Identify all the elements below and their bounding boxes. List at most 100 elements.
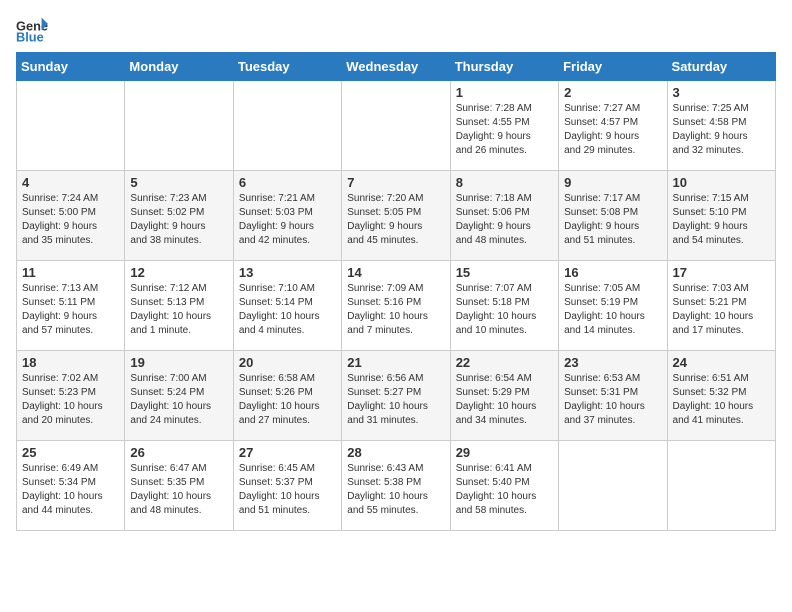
cell-info: Sunrise: 7:27 AM Sunset: 4:57 PM Dayligh… — [564, 102, 661, 158]
cell-info: Sunrise: 6:58 AM Sunset: 5:26 PM Dayligh… — [239, 372, 336, 428]
weekday-header-wednesday: Wednesday — [342, 53, 450, 81]
cell-info: Sunrise: 6:47 AM Sunset: 5:35 PM Dayligh… — [130, 462, 227, 518]
day-number: 17 — [673, 265, 770, 280]
calendar-cell: 20 Sunrise: 6:58 AM Sunset: 5:26 PM Dayli… — [233, 351, 341, 441]
calendar-cell: 21 Sunrise: 6:56 AM Sunset: 5:27 PM Dayli… — [342, 351, 450, 441]
day-number: 4 — [22, 175, 119, 190]
calendar-cell: 25Sunrise: 6:49 AM Sunset: 5:34 PM Dayli… — [17, 441, 125, 531]
day-number: 2 — [564, 85, 661, 100]
day-number: 18 — [22, 355, 119, 370]
calendar-cell: 18 Sunrise: 7:02 AM Sunset: 5:23 PM Dayli… — [17, 351, 125, 441]
day-number: 9 — [564, 175, 661, 190]
calendar-week-row: 18 Sunrise: 7:02 AM Sunset: 5:23 PM Dayli… — [17, 351, 776, 441]
calendar-week-row: 25Sunrise: 6:49 AM Sunset: 5:34 PM Dayli… — [17, 441, 776, 531]
calendar-cell: 22 Sunrise: 6:54 AM Sunset: 5:29 PM Dayli… — [450, 351, 558, 441]
day-number: 7 — [347, 175, 444, 190]
calendar-cell: 4 Sunrise: 7:24 AM Sunset: 5:00 PM Daylig… — [17, 171, 125, 261]
calendar-cell — [17, 81, 125, 171]
weekday-header-row: SundayMondayTuesdayWednesdayThursdayFrid… — [17, 53, 776, 81]
cell-info: Sunrise: 7:10 AM Sunset: 5:14 PM Dayligh… — [239, 282, 336, 338]
day-number: 11 — [22, 265, 119, 280]
calendar-cell: 2 Sunrise: 7:27 AM Sunset: 4:57 PM Daylig… — [559, 81, 667, 171]
day-number: 27 — [239, 445, 336, 460]
calendar-week-row: 11 Sunrise: 7:13 AM Sunset: 5:11 PM Dayli… — [17, 261, 776, 351]
day-number: 1 — [456, 85, 553, 100]
cell-info: Sunrise: 7:21 AM Sunset: 5:03 PM Dayligh… — [239, 192, 336, 248]
weekday-header-tuesday: Tuesday — [233, 53, 341, 81]
svg-text:Blue: Blue — [16, 30, 44, 44]
day-number: 10 — [673, 175, 770, 190]
cell-info: Sunrise: 7:23 AM Sunset: 5:02 PM Dayligh… — [130, 192, 227, 248]
calendar-cell: 7 Sunrise: 7:20 AM Sunset: 5:05 PM Daylig… — [342, 171, 450, 261]
logo-icon: General Blue — [16, 16, 48, 44]
cell-info: Sunrise: 7:02 AM Sunset: 5:23 PM Dayligh… — [22, 372, 119, 428]
weekday-header-monday: Monday — [125, 53, 233, 81]
calendar-cell: 5 Sunrise: 7:23 AM Sunset: 5:02 PM Daylig… — [125, 171, 233, 261]
calendar-cell: 26 Sunrise: 6:47 AM Sunset: 5:35 PM Dayli… — [125, 441, 233, 531]
day-number: 21 — [347, 355, 444, 370]
weekday-header-saturday: Saturday — [667, 53, 775, 81]
cell-info: Sunrise: 7:13 AM Sunset: 5:11 PM Dayligh… — [22, 282, 119, 338]
weekday-header-thursday: Thursday — [450, 53, 558, 81]
calendar-cell: 10 Sunrise: 7:15 AM Sunset: 5:10 PM Dayli… — [667, 171, 775, 261]
cell-info: Sunrise: 7:24 AM Sunset: 5:00 PM Dayligh… — [22, 192, 119, 248]
day-number: 16 — [564, 265, 661, 280]
cell-info: Sunrise: 6:56 AM Sunset: 5:27 PM Dayligh… — [347, 372, 444, 428]
calendar-cell: 6 Sunrise: 7:21 AM Sunset: 5:03 PM Daylig… — [233, 171, 341, 261]
cell-info: Sunrise: 7:18 AM Sunset: 5:06 PM Dayligh… — [456, 192, 553, 248]
calendar-cell: 3 Sunrise: 7:25 AM Sunset: 4:58 PM Daylig… — [667, 81, 775, 171]
calendar-cell: 24 Sunrise: 6:51 AM Sunset: 5:32 PM Dayli… — [667, 351, 775, 441]
day-number: 6 — [239, 175, 336, 190]
calendar-cell: 28 Sunrise: 6:43 AM Sunset: 5:38 PM Dayli… — [342, 441, 450, 531]
cell-info: Sunrise: 7:03 AM Sunset: 5:21 PM Dayligh… — [673, 282, 770, 338]
cell-info: Sunrise: 6:51 AM Sunset: 5:32 PM Dayligh… — [673, 372, 770, 428]
weekday-header-friday: Friday — [559, 53, 667, 81]
calendar-cell: 16 Sunrise: 7:05 AM Sunset: 5:19 PM Dayli… — [559, 261, 667, 351]
day-number: 28 — [347, 445, 444, 460]
cell-info: Sunrise: 7:12 AM Sunset: 5:13 PM Dayligh… — [130, 282, 227, 338]
calendar-cell: 29 Sunrise: 6:41 AM Sunset: 5:40 PM Dayli… — [450, 441, 558, 531]
day-number: 19 — [130, 355, 227, 370]
cell-info: Sunrise: 6:43 AM Sunset: 5:38 PM Dayligh… — [347, 462, 444, 518]
calendar-cell: 1 Sunrise: 7:28 AM Sunset: 4:55 PM Daylig… — [450, 81, 558, 171]
cell-info: Sunrise: 6:53 AM Sunset: 5:31 PM Dayligh… — [564, 372, 661, 428]
cell-info: Sunrise: 6:41 AM Sunset: 5:40 PM Dayligh… — [456, 462, 553, 518]
calendar-cell: 19 Sunrise: 7:00 AM Sunset: 5:24 PM Dayli… — [125, 351, 233, 441]
calendar-cell — [233, 81, 341, 171]
day-number: 22 — [456, 355, 553, 370]
page-header: General Blue — [16, 16, 776, 44]
day-number: 26 — [130, 445, 227, 460]
day-number: 3 — [673, 85, 770, 100]
cell-info: Sunrise: 6:54 AM Sunset: 5:29 PM Dayligh… — [456, 372, 553, 428]
cell-info: Sunrise: 7:00 AM Sunset: 5:24 PM Dayligh… — [130, 372, 227, 428]
day-number: 14 — [347, 265, 444, 280]
day-number: 12 — [130, 265, 227, 280]
calendar-cell: 9 Sunrise: 7:17 AM Sunset: 5:08 PM Daylig… — [559, 171, 667, 261]
day-number: 20 — [239, 355, 336, 370]
calendar-cell: 8 Sunrise: 7:18 AM Sunset: 5:06 PM Daylig… — [450, 171, 558, 261]
calendar-cell: 23Sunrise: 6:53 AM Sunset: 5:31 PM Dayli… — [559, 351, 667, 441]
calendar-cell — [667, 441, 775, 531]
day-number: 5 — [130, 175, 227, 190]
logo: General Blue — [16, 16, 48, 44]
cell-info: Sunrise: 7:28 AM Sunset: 4:55 PM Dayligh… — [456, 102, 553, 158]
calendar-week-row: 1 Sunrise: 7:28 AM Sunset: 4:55 PM Daylig… — [17, 81, 776, 171]
calendar-cell: 15Sunrise: 7:07 AM Sunset: 5:18 PM Dayli… — [450, 261, 558, 351]
cell-info: Sunrise: 7:20 AM Sunset: 5:05 PM Dayligh… — [347, 192, 444, 248]
day-number: 15 — [456, 265, 553, 280]
day-number: 25 — [22, 445, 119, 460]
cell-info: Sunrise: 7:25 AM Sunset: 4:58 PM Dayligh… — [673, 102, 770, 158]
calendar-cell: 11 Sunrise: 7:13 AM Sunset: 5:11 PM Dayli… — [17, 261, 125, 351]
cell-info: Sunrise: 7:17 AM Sunset: 5:08 PM Dayligh… — [564, 192, 661, 248]
cell-info: Sunrise: 7:15 AM Sunset: 5:10 PM Dayligh… — [673, 192, 770, 248]
calendar-cell: 17 Sunrise: 7:03 AM Sunset: 5:21 PM Dayli… — [667, 261, 775, 351]
day-number: 13 — [239, 265, 336, 280]
day-number: 24 — [673, 355, 770, 370]
cell-info: Sunrise: 7:05 AM Sunset: 5:19 PM Dayligh… — [564, 282, 661, 338]
day-number: 8 — [456, 175, 553, 190]
calendar-cell: 13 Sunrise: 7:10 AM Sunset: 5:14 PM Dayli… — [233, 261, 341, 351]
day-number: 29 — [456, 445, 553, 460]
cell-info: Sunrise: 7:09 AM Sunset: 5:16 PM Dayligh… — [347, 282, 444, 338]
weekday-header-sunday: Sunday — [17, 53, 125, 81]
calendar-week-row: 4 Sunrise: 7:24 AM Sunset: 5:00 PM Daylig… — [17, 171, 776, 261]
